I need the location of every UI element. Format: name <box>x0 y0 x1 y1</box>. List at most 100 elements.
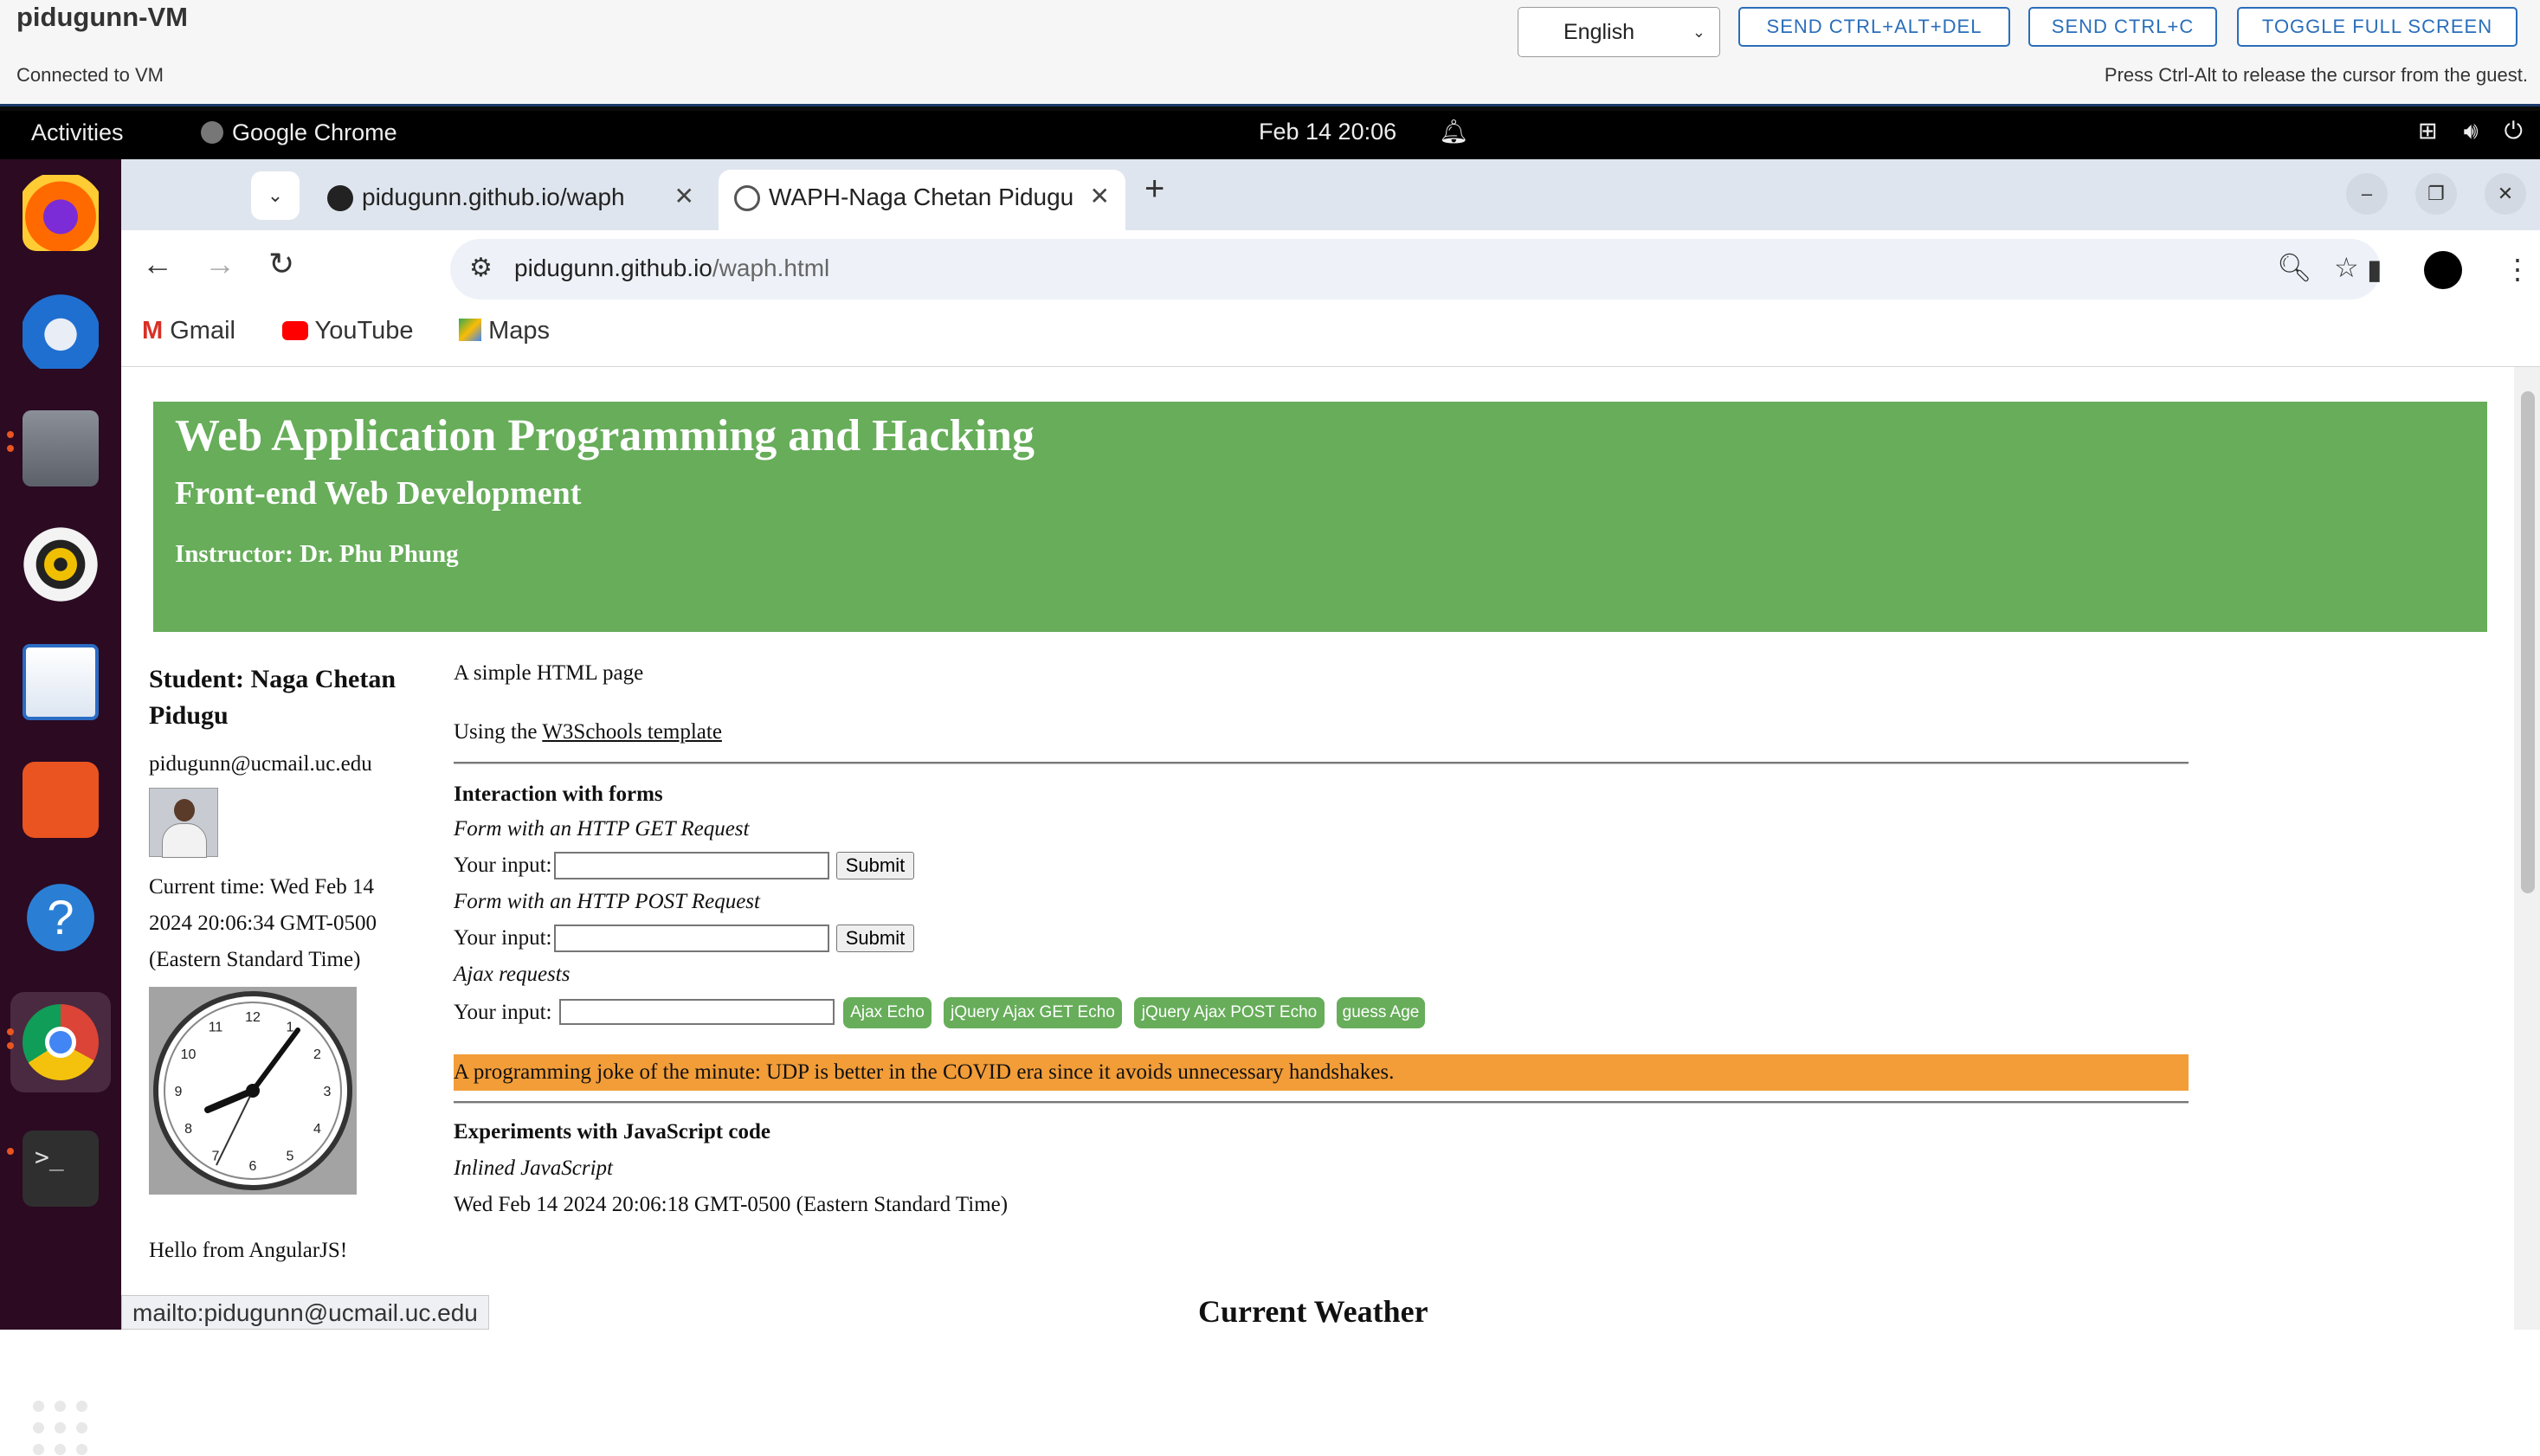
joke-banner: A programming joke of the minute: UDP is… <box>454 1054 2189 1091</box>
clock-numeral: 4 <box>313 1122 321 1137</box>
divider <box>454 1101 2189 1104</box>
guess-age-button[interactable]: guess Age <box>1337 997 1425 1028</box>
clock-numeral: 9 <box>175 1085 183 1099</box>
bookmark-maps[interactable]: Maps <box>459 317 550 345</box>
angular-hello: Hello from AngularJS! <box>149 1239 348 1262</box>
profile-avatar[interactable] <box>2424 251 2462 289</box>
tab-search-button[interactable]: ⌄ <box>251 171 300 220</box>
terminal-icon[interactable]: >_ <box>23 1131 99 1207</box>
bookmark-gmail[interactable]: M Gmail <box>142 317 235 345</box>
language-value: English <box>1563 20 1634 44</box>
page-subtitle: Front-end Web Development <box>175 475 582 512</box>
reload-button[interactable]: ↻ <box>268 246 294 282</box>
zoom-icon[interactable]: 🔍︎ <box>2277 251 2312 284</box>
post-submit-button[interactable]: Submit <box>836 924 914 952</box>
tab-github[interactable]: pidugunn.github.io/waph ✕ <box>312 170 710 230</box>
close-window-button[interactable]: ✕ <box>2485 173 2526 215</box>
page-title: Web Application Programming and Hacking <box>175 411 1035 461</box>
address-bar[interactable]: ⚙ pidugunn.github.io/waph.html 🔍︎ ☆ <box>450 239 2381 300</box>
clock-numeral: 5 <box>287 1149 294 1163</box>
js-heading: Experiments with JavaScript code <box>454 1120 770 1144</box>
close-icon[interactable]: ✕ <box>1082 182 1110 210</box>
focused-app-menu[interactable]: Google Chrome <box>201 119 397 146</box>
get-submit-button[interactable]: Submit <box>836 852 914 879</box>
firefox-icon[interactable] <box>23 175 99 251</box>
vm-connection-status: Connected to VM <box>16 64 164 86</box>
toggle-full-screen-button[interactable]: TOGGLE FULL SCREEN <box>2237 7 2517 47</box>
site-info-icon[interactable]: ⚙ <box>469 253 493 283</box>
clock-numeral: 3 <box>324 1085 332 1099</box>
send-ctrl-c-button[interactable]: SEND CTRL+C <box>2028 7 2217 47</box>
show-apps-icon[interactable] <box>33 1401 88 1456</box>
bookmark-youtube[interactable]: YouTube <box>282 317 414 345</box>
new-tab-button[interactable]: + <box>1144 170 1164 209</box>
tab-title: WAPH-Naga Chetan Pidugu <box>769 184 1074 210</box>
system-top-bar: Activities Google Chrome Feb 14 20:06 🔔︎… <box>0 111 2540 159</box>
jquery-post-echo-button[interactable]: jQuery Ajax POST Echo <box>1134 997 1325 1028</box>
files-icon[interactable] <box>23 410 99 486</box>
instructor-line: Instructor: Dr. Phu Phung <box>175 540 459 568</box>
notification-bell-icon[interactable]: 🔔︎ <box>1439 118 1468 145</box>
rhythmbox-icon[interactable] <box>23 526 99 602</box>
clock-numeral: 6 <box>249 1159 257 1174</box>
bookmark-label: YouTube <box>314 317 414 345</box>
post-input[interactable] <box>554 924 829 952</box>
student-photo <box>149 788 218 858</box>
gmail-icon: M <box>142 317 164 345</box>
send-ctrl-alt-del-button[interactable]: SEND CTRL+ALT+DEL <box>1738 7 2010 47</box>
inline-js-label: Inlined JavaScript <box>454 1156 613 1180</box>
browser-toolbar: ← → ↻ ⚙ pidugunn.github.io/waph.html 🔍︎ … <box>121 230 2540 310</box>
system-tray[interactable]: ⊞ 🔊︎ ⏻ <box>2392 118 2523 145</box>
thunderbird-icon[interactable] <box>23 293 99 369</box>
writer-icon[interactable] <box>23 644 99 720</box>
url-path: /waph.html <box>712 254 830 281</box>
running-indicator <box>7 1148 14 1155</box>
clock-numeral: 8 <box>184 1122 192 1137</box>
intro-text: A simple HTML page <box>454 661 644 685</box>
bookmarks-bar: M Gmail YouTube Maps <box>121 310 2540 367</box>
analog-clock-face: 121234567891011 <box>153 991 352 1190</box>
scroll-thumb[interactable] <box>2521 391 2535 893</box>
maps-icon <box>459 319 481 341</box>
page-scrollbar[interactable] <box>2514 367 2540 1330</box>
weather-heading: Current Weather <box>1198 1294 1428 1329</box>
jquery-get-echo-button[interactable]: jQuery Ajax GET Echo <box>944 997 1122 1028</box>
forward-button[interactable]: → <box>204 246 235 282</box>
language-select[interactable]: English ⌄ <box>1518 7 1720 57</box>
ajax-echo-button[interactable]: Ajax Echo <box>843 997 932 1028</box>
tab-waph[interactable]: WAPH-Naga Chetan Pidugu ✕ <box>719 170 1125 230</box>
student-email-link[interactable]: pidugunn@ucmail.uc.edu <box>149 746 372 783</box>
ajax-label: Ajax requests <box>454 963 571 986</box>
bookmark-label: Gmail <box>170 317 235 345</box>
tab-title: pidugunn.github.io/waph <box>362 184 625 210</box>
chevron-down-icon: ⌄ <box>1692 23 1705 41</box>
youtube-icon <box>282 321 308 340</box>
w3schools-link[interactable]: W3Schools template <box>542 720 722 744</box>
tab-strip: ⌄ pidugunn.github.io/waph ✕ WAPH-Naga Ch… <box>121 159 2540 230</box>
status-bar-link: mailto:pidugunn@ucmail.uc.edu <box>121 1295 489 1330</box>
back-button[interactable]: ← <box>142 246 173 282</box>
restore-button[interactable]: ❐ <box>2415 173 2457 215</box>
clock-numeral: 11 <box>209 1021 223 1035</box>
side-panel-icon[interactable]: ▮ <box>2367 253 2382 286</box>
template-line: Using the W3Schools template <box>454 720 722 744</box>
clock-numeral: 2 <box>313 1047 321 1062</box>
ajax-input[interactable] <box>559 999 835 1025</box>
chrome-app-icon <box>201 121 223 144</box>
app-center-icon[interactable] <box>23 762 99 838</box>
vm-title: pidugunn-VM <box>16 2 188 32</box>
bookmark-star-icon[interactable]: ☆ <box>2334 251 2359 284</box>
system-clock[interactable]: Feb 14 20:06 <box>1259 119 1396 145</box>
get-input[interactable] <box>554 852 829 879</box>
web-page: Web Application Programming and Hacking … <box>121 367 2519 1330</box>
minimize-button[interactable]: – <box>2346 173 2388 215</box>
clock-numeral: 10 <box>181 1047 197 1062</box>
menu-kebab-icon[interactable]: ⋮ <box>2504 253 2531 286</box>
template-prefix: Using the <box>454 720 543 744</box>
close-icon[interactable]: ✕ <box>667 182 694 210</box>
get-input-label: Your input: <box>454 854 552 877</box>
activities-button[interactable]: Activities <box>31 119 124 146</box>
help-icon[interactable]: ? <box>23 879 99 956</box>
dock: ? >_ <box>0 159 121 1455</box>
globe-icon <box>734 185 760 211</box>
